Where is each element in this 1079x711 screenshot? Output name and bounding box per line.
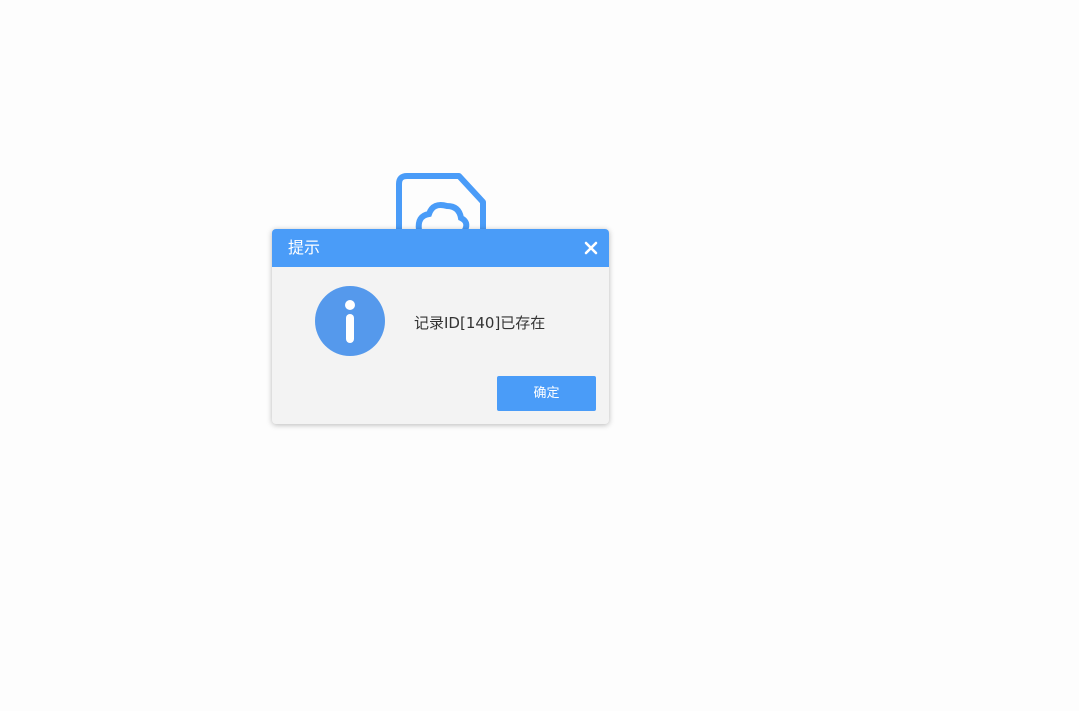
ok-button[interactable]: 确定 <box>497 376 596 411</box>
info-icon <box>315 286 385 356</box>
dialog-title: 提示 <box>288 238 321 257</box>
dialog-header: 提示 <box>272 229 609 267</box>
close-icon[interactable] <box>583 240 599 256</box>
dialog-message: 记录ID[140]已存在 <box>414 314 546 332</box>
page-background: 提示 记录ID[140]已存在 确定 <box>0 0 1079 711</box>
alert-dialog: 提示 记录ID[140]已存在 确定 <box>272 229 609 424</box>
